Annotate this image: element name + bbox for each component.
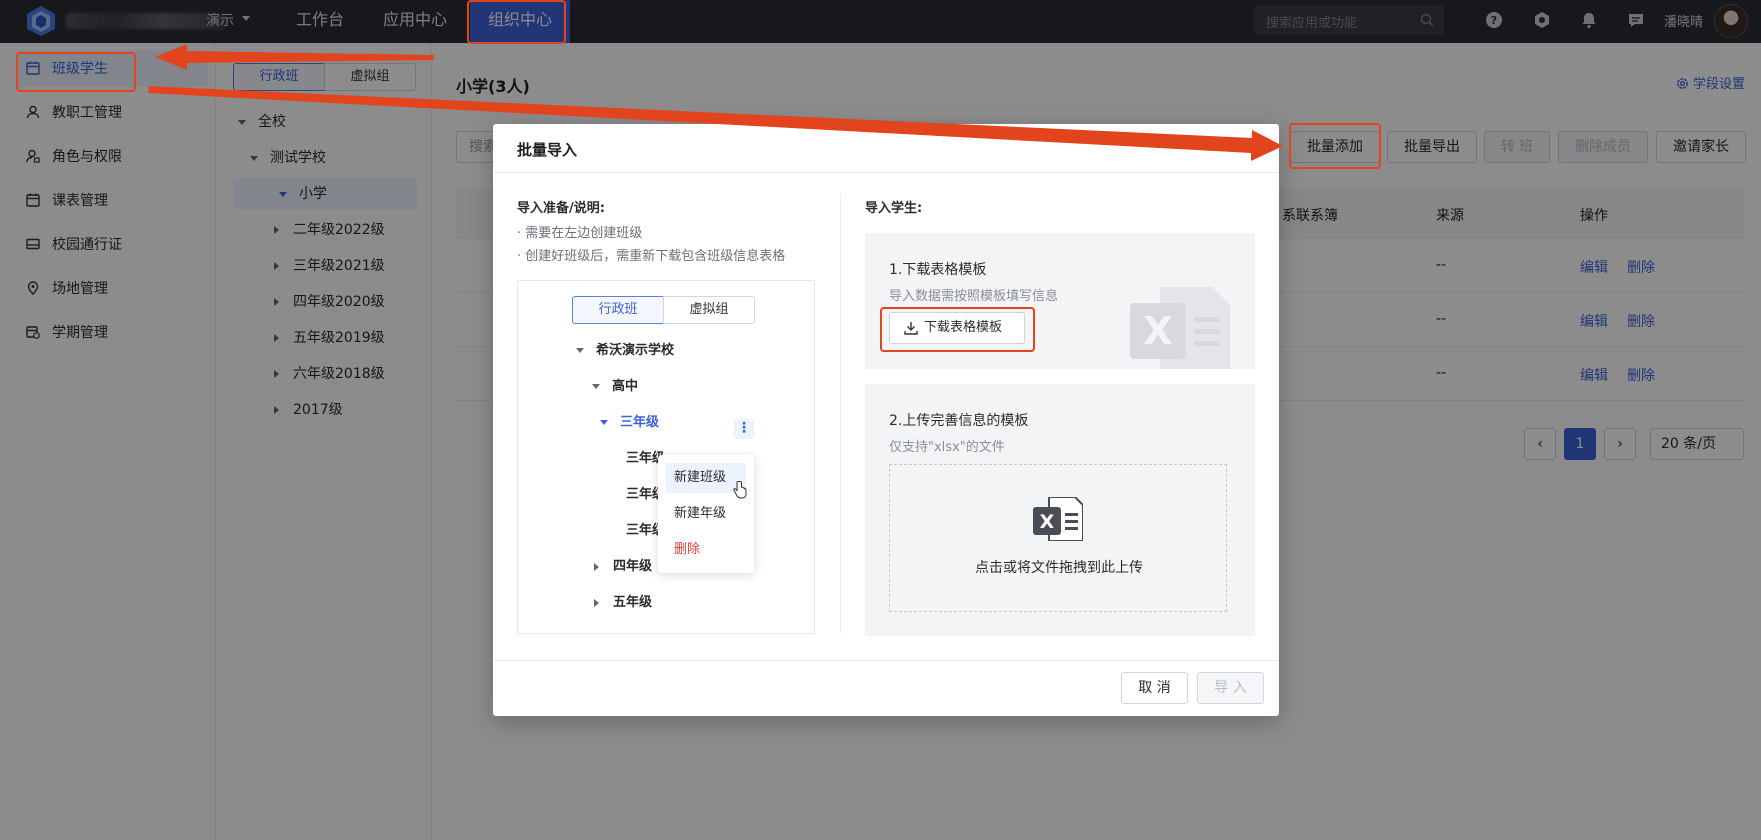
preview-node-grade5: 五年级 xyxy=(594,588,652,618)
preview-node-grade3: 三年级 xyxy=(600,408,659,438)
caret-down-icon xyxy=(600,420,608,425)
divider xyxy=(493,172,1279,173)
excel-file-icon: X xyxy=(1033,497,1083,541)
caret-down-icon xyxy=(592,384,600,389)
dialog-title: 批量导入 xyxy=(517,141,578,159)
preview-node-label: 四年级 xyxy=(613,559,653,574)
divider xyxy=(493,660,1279,661)
step-subtitle: 仅支持"xlsx"的文件 xyxy=(889,440,1005,455)
note-line: · 需要在左边创建班级 xyxy=(517,226,643,241)
step-download-card: 1.下载表格模板 导入数据需按照模板填写信息 下载表格模板 X xyxy=(865,233,1255,369)
caret-down-icon xyxy=(576,348,584,353)
download-icon xyxy=(904,322,918,335)
import-button[interactable]: 导 入 xyxy=(1197,672,1264,704)
preview-context-menu: 新建班级 新建年级 删除 xyxy=(658,455,754,573)
caret-right-icon xyxy=(594,598,599,607)
hand-cursor-icon xyxy=(733,481,747,499)
step-title: 1.下载表格模板 xyxy=(889,262,987,278)
download-template-label: 下载表格模板 xyxy=(924,320,1003,335)
preview-node-grade4: 四年级 xyxy=(594,552,652,582)
step-upload-card: 2.上传完善信息的模板 仅支持"xlsx"的文件 X 点击或将文件拖拽到此上传 xyxy=(865,384,1255,636)
menu-item-new-grade: 新建年级 xyxy=(674,506,727,521)
dropzone-text: 点击或将文件拖拽到此上传 xyxy=(975,560,1143,576)
preview-node-label: 希沃演示学校 xyxy=(596,343,675,358)
preview-node-school: 希沃演示学校 xyxy=(576,336,674,366)
preview-tab-virtual-group: 虚拟组 xyxy=(663,296,755,324)
download-template-button[interactable]: 下载表格模板 xyxy=(889,312,1025,344)
svg-text:X: X xyxy=(1143,309,1172,353)
preview-node-high: 高中 xyxy=(592,372,638,402)
batch-import-dialog: 批量导入 导入准备/说明: · 需要在左边创建班级 · 创建好班级后，需重新下载… xyxy=(493,124,1279,716)
step-title: 2.上传完善信息的模板 xyxy=(889,413,1029,429)
preview-node-label: 高中 xyxy=(612,379,639,394)
excel-file-watermark-icon: X xyxy=(1130,287,1230,369)
note-line: · 创建好班级后，需重新下载包含班级信息表格 xyxy=(517,249,786,264)
svg-text:X: X xyxy=(1040,511,1055,533)
preview-tab-admin-class: 行政班 xyxy=(572,296,664,324)
import-label: 导入学生: xyxy=(865,201,923,216)
step-subtitle: 导入数据需按照模板填写信息 xyxy=(889,289,1059,304)
preview-node-label: 五年级 xyxy=(613,595,653,610)
divider xyxy=(840,194,841,634)
preview-node-label: 三年级 xyxy=(620,415,660,430)
prep-label: 导入准备/说明: xyxy=(517,201,605,216)
more-vertical-icon: ⋮ xyxy=(734,419,754,439)
file-dropzone[interactable]: X 点击或将文件拖拽到此上传 xyxy=(889,464,1227,612)
menu-item-delete: 删除 xyxy=(674,542,701,557)
cancel-button[interactable]: 取 消 xyxy=(1121,672,1188,704)
caret-right-icon xyxy=(594,562,599,571)
